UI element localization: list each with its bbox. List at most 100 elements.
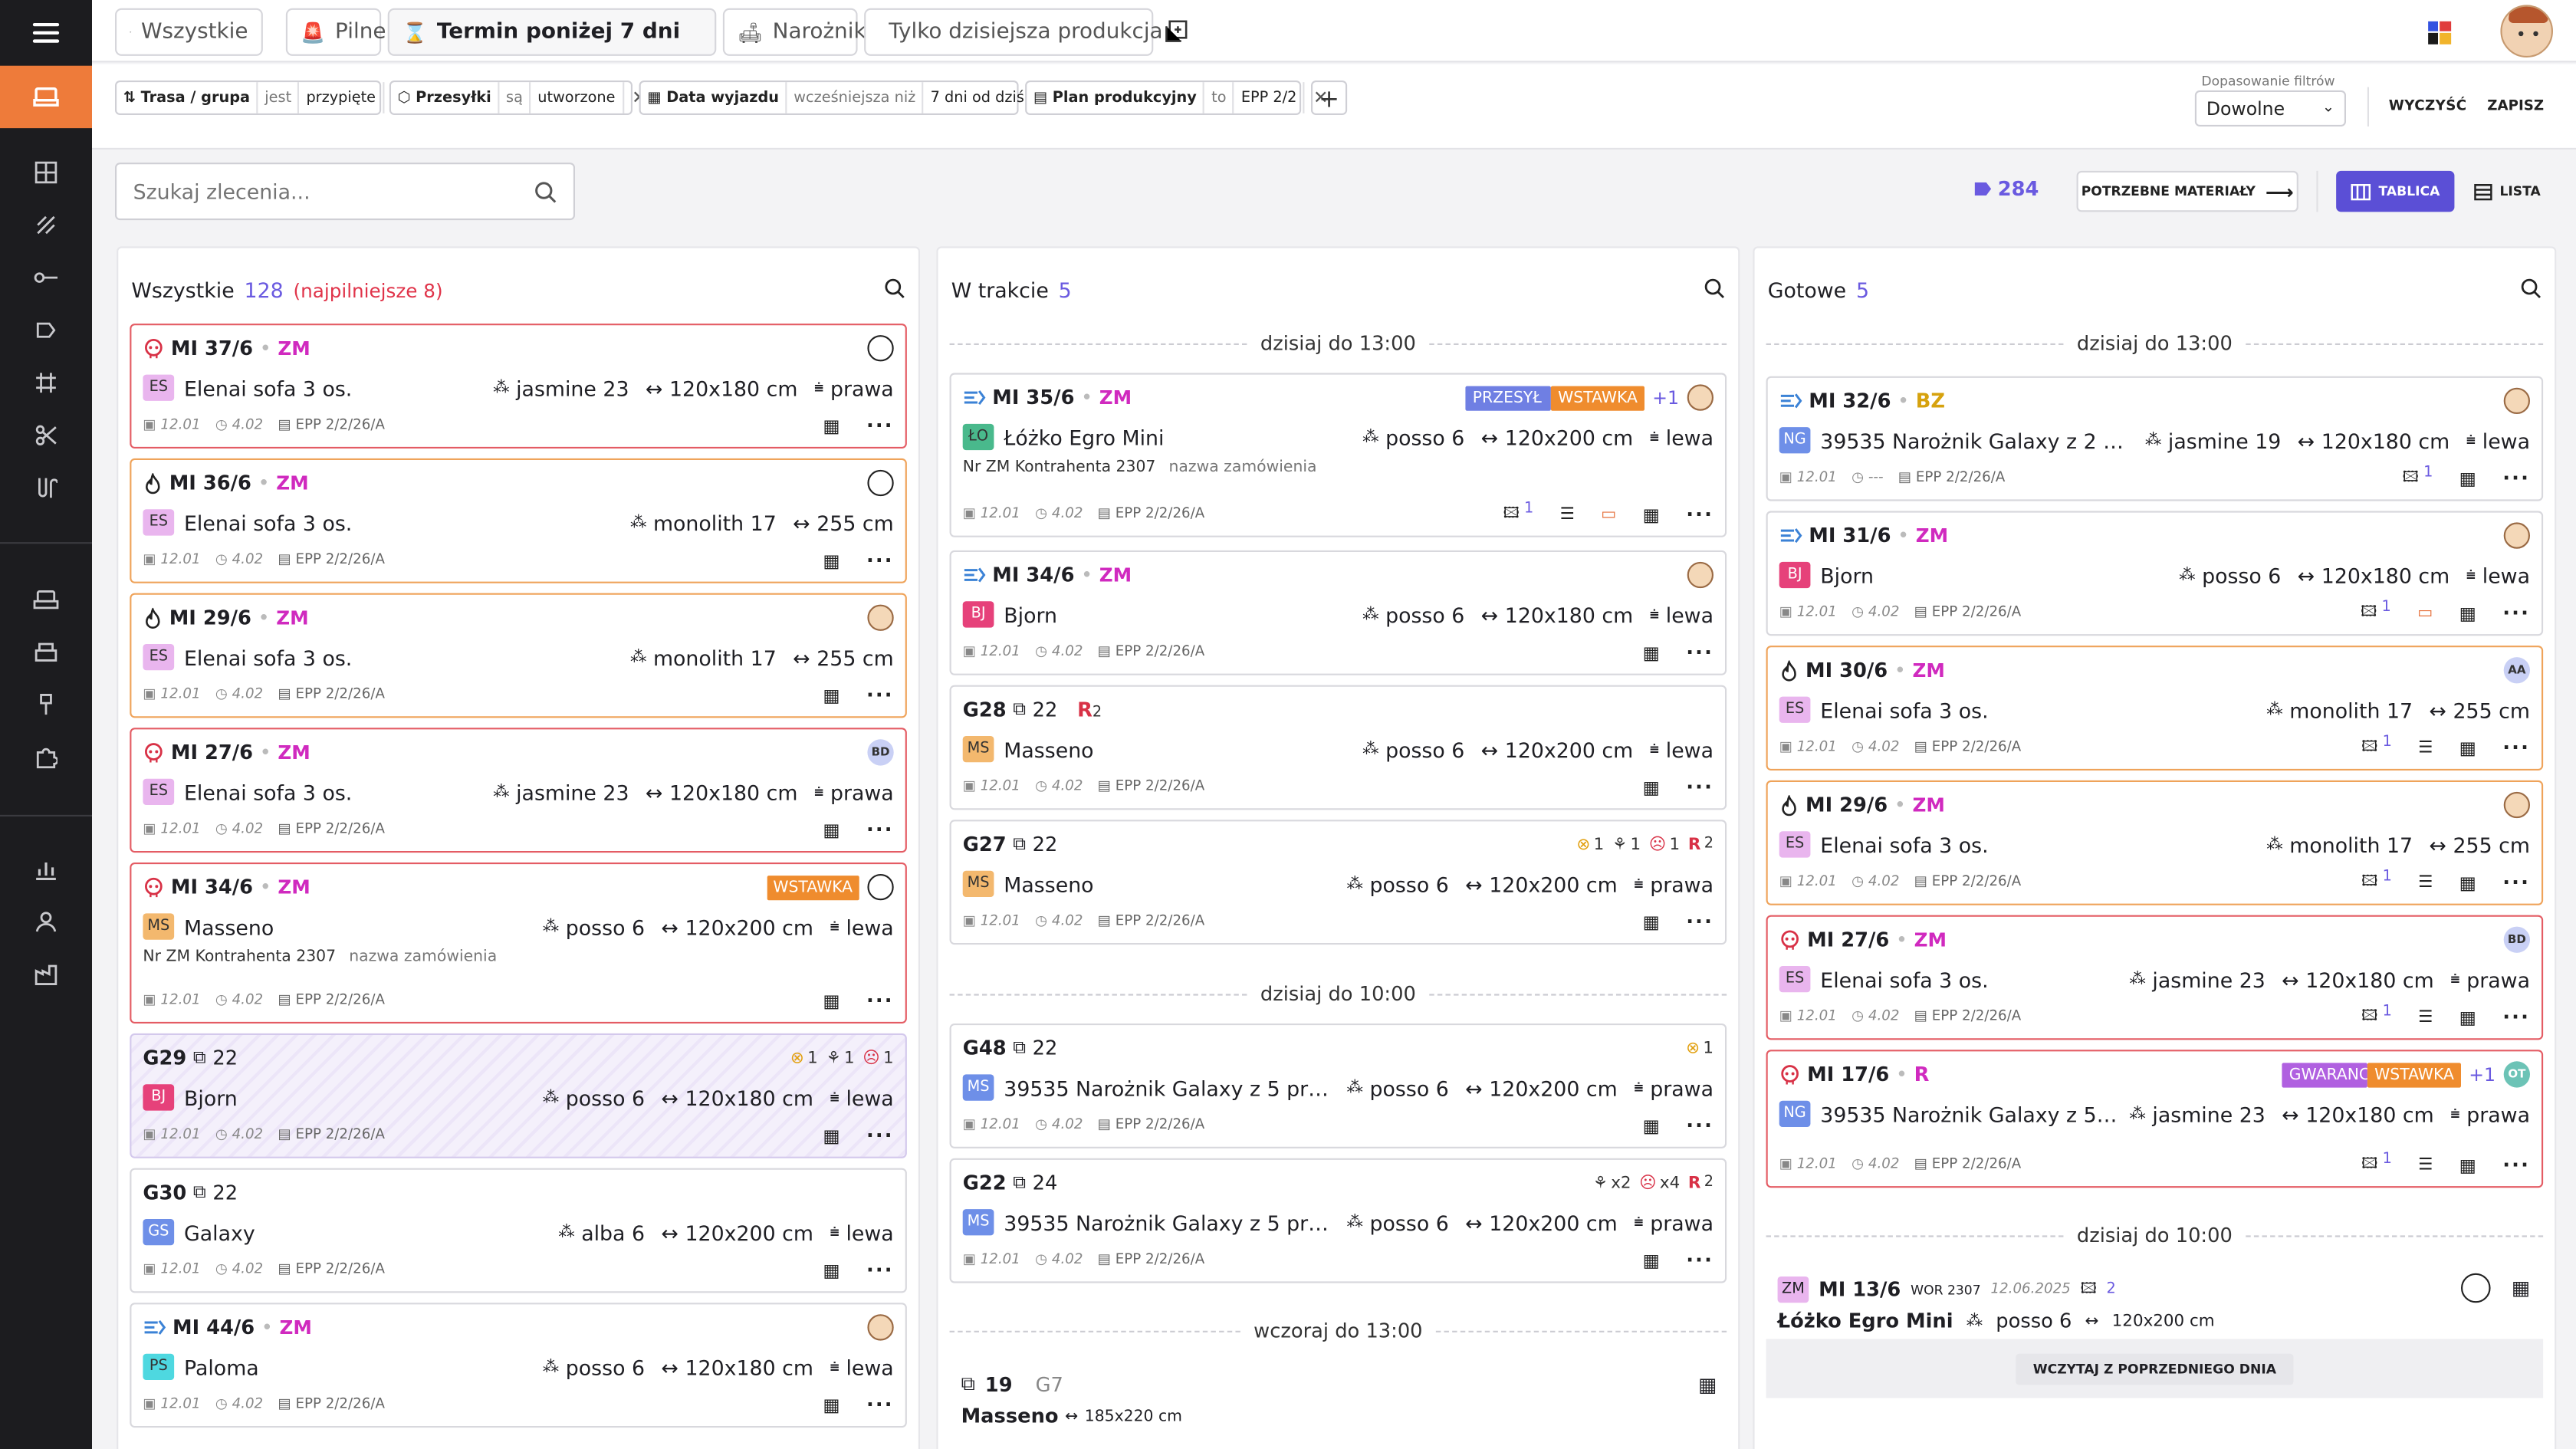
qr-icon[interactable]: ▦ (2459, 872, 2476, 893)
more-icon[interactable]: ··· (2502, 1005, 2530, 1028)
photos[interactable]: 🖾 1 (2361, 869, 2392, 895)
list-view-button[interactable]: LISTA (2459, 171, 2555, 212)
factory-icon[interactable] (31, 959, 61, 989)
assignee-avatar[interactable] (2503, 791, 2530, 819)
more-icon[interactable]: ··· (1686, 775, 1714, 798)
assignee-avatar[interactable]: OT (2503, 1061, 2530, 1088)
materials-button[interactable]: POTRZEBNE MATERIAŁY ⟶ (2076, 170, 2298, 212)
assignee-avatar[interactable]: BD (867, 739, 894, 766)
qr-icon[interactable]: ▦ (823, 550, 840, 571)
qr-icon[interactable]: ▦ (1698, 1373, 1717, 1396)
photos[interactable]: 🖾 1 (2361, 600, 2391, 626)
qr-icon[interactable]: ▦ (2459, 468, 2476, 489)
order-card[interactable]: MI 37/6 • ZM ES Elenai sofa 3 os. ⁂ jasmine 23… (130, 324, 907, 449)
comment-icon[interactable]: ▭ (2417, 604, 2433, 623)
order-card[interactable]: MI 31/6 • ZM BJ Bjorn ⁂ posso 6 ↔ 120x180 cm ⩧ lew… (1766, 511, 2544, 636)
filter-chip-plan[interactable]: ▤ Plan produkcyjny to EPP 2/2 ✕ (1025, 80, 1329, 115)
photos[interactable]: 🖾 1 (2403, 465, 2433, 491)
hash-icon[interactable] (31, 368, 61, 398)
order-card[interactable]: MI 32/6 • BZ NG 39535 Narożnik Galaxy z 2 pr… (1766, 376, 2544, 501)
filter-fit-select[interactable]: Dowolne ⌄ (2194, 90, 2346, 127)
order-card[interactable]: G48 ⧉ 22 ⊗ 1 MS 39535 Narożnik Galaxy z 5 prze… (949, 1024, 1727, 1148)
order-id[interactable]: MI 37/6 (171, 337, 253, 360)
qr-icon[interactable]: ▦ (1643, 1250, 1660, 1271)
search-icon[interactable] (534, 180, 557, 203)
more-icon[interactable]: ··· (866, 1393, 894, 1416)
order-id[interactable]: MI 31/6 (1809, 524, 1891, 547)
more-icon[interactable]: ··· (2502, 871, 2530, 894)
qr-icon[interactable]: ▦ (1643, 776, 1660, 797)
tab-corners[interactable]: 🛋 Narożniki (722, 8, 872, 56)
qr-icon[interactable]: ▦ (1643, 642, 1660, 663)
photos[interactable]: 🖾 1 (2361, 1004, 2392, 1030)
order-card[interactable]: G30 ⧉ 22 GS Galaxy ⁂ alba 6 ↔ 120x200 cm ⩧ lewa ▣ 1… (130, 1168, 907, 1293)
tools-icon[interactable] (31, 473, 61, 503)
brush-icon[interactable] (31, 690, 61, 720)
qr-icon[interactable]: ▦ (2459, 1154, 2476, 1175)
assignee-avatar[interactable] (867, 604, 894, 631)
tab-today[interactable]: Tylko dzisiejsza produkcja (864, 8, 1163, 56)
qr-icon[interactable]: ▦ (2512, 1276, 2530, 1300)
add-tab-icon[interactable] (1165, 20, 1188, 43)
more-icon[interactable]: ··· (866, 1258, 894, 1281)
order-id[interactable]: MI 34/6 (992, 564, 1074, 586)
assignee-avatar[interactable] (867, 335, 894, 362)
assignee-avatar[interactable] (2503, 387, 2530, 414)
order-card[interactable]: MI 27/6 • ZM BD ES Elenai sofa 3 os. ⁂ jasmine … (130, 728, 907, 853)
qr-icon[interactable]: ▦ (823, 819, 840, 840)
more-icon[interactable]: ··· (1686, 910, 1714, 933)
qr-icon[interactable]: ▦ (2459, 1007, 2476, 1028)
search-input[interactable] (133, 179, 511, 204)
search-icon[interactable] (2520, 278, 2542, 299)
order-card[interactable]: G27 ⧉ 22 ⊗ 1 ⚘ 1 ☹ 1 R 2 MS Masseno ⁂ posso 6 ↔ 120x200 … (949, 820, 1727, 945)
armchair-icon[interactable] (31, 637, 61, 667)
notes-icon[interactable]: ☰ (2418, 873, 2433, 892)
order-id[interactable]: MI 36/6 (169, 472, 251, 495)
qr-icon[interactable]: ▦ (823, 1260, 840, 1281)
order-card[interactable]: MI 30/6 • ZM AA ES Elenai sofa 3 os. ⁂ monolith… (1766, 646, 2544, 770)
more-icon[interactable]: ··· (1686, 1114, 1714, 1137)
sidebar-item-orders[interactable] (0, 65, 92, 129)
assignee-avatar[interactable] (2503, 522, 2530, 549)
tab-urgent[interactable]: 🚨 Pilne (285, 8, 386, 56)
qr-icon[interactable]: ▦ (823, 415, 840, 436)
order-card[interactable]: MI 17/6 • R GWARANC WSTAWKA +1 OT NG 39535 Naroż… (1766, 1050, 2544, 1188)
order-card[interactable]: G22 ⧉ 24 ⚘ x2 ☹ x4 R 2 MS 39535 Narożnik Galaxy z … (949, 1158, 1727, 1283)
order-card[interactable]: MI 27/6 • ZM BD ES Elenai sofa 3 os. ⁂ jasmine … (1766, 915, 2544, 1040)
label-icon[interactable] (31, 315, 61, 345)
assignee-avatar[interactable]: AA (2503, 657, 2530, 684)
qr-icon[interactable]: ▦ (823, 1394, 840, 1415)
grid-icon[interactable] (31, 158, 61, 188)
assignee-avatar[interactable] (1687, 384, 1714, 411)
search-icon[interactable] (1704, 278, 1725, 299)
chart-icon[interactable] (31, 854, 61, 884)
order-id[interactable]: MI 27/6 (171, 741, 253, 764)
qr-icon[interactable]: ▦ (1643, 1115, 1660, 1136)
search-icon[interactable] (884, 278, 905, 299)
more-icon[interactable]: ··· (2502, 736, 2530, 759)
photos[interactable]: 🖾 1 (1503, 501, 1534, 527)
order-id[interactable]: G27 (963, 833, 1007, 856)
user-avatar[interactable] (2500, 5, 2553, 58)
more-badges[interactable]: +1 (2469, 1064, 2496, 1086)
photos[interactable]: 🖾 1 (2361, 734, 2392, 761)
assignee-avatar[interactable] (1687, 561, 1714, 589)
order-id[interactable]: G30 (143, 1181, 186, 1204)
order-card[interactable]: MI 36/6 • ZM ES Elenai sofa 3 os. ⁂ monolith 1… (130, 458, 907, 583)
clear-button[interactable]: WYCZYŚĆ (2389, 99, 2467, 115)
order-card[interactable]: G28 ⧉ 22 R2 MS Masseno ⁂ posso 6 ↔ 120x200 cm ⩧ lew… (949, 685, 1727, 810)
more-icon[interactable]: ··· (2502, 467, 2530, 490)
route-icon[interactable] (31, 263, 61, 293)
more-icon[interactable]: ··· (2502, 601, 2530, 624)
puzzle-icon[interactable] (31, 743, 61, 773)
qr-icon[interactable]: ▦ (2459, 602, 2476, 623)
order-card[interactable]: G29 ⧉ 22 ⊗ 1 ⚘ 1 ☹ 1 BJ Bjorn ⁂ posso 6 ↔ 120x180 cm ⩧ l… (130, 1033, 907, 1158)
qr-icon[interactable]: ▦ (823, 685, 840, 706)
sofa-outline-icon[interactable] (31, 585, 61, 615)
qr-icon[interactable]: ▦ (1643, 911, 1660, 932)
order-id[interactable]: MI 44/6 (172, 1316, 255, 1339)
more-icon[interactable]: ··· (866, 549, 894, 572)
more-icon[interactable]: ··· (1686, 641, 1714, 664)
order-id[interactable]: MI 27/6 (1807, 928, 1889, 951)
filter-chip-route[interactable]: ⇅ Trasa / grupa jest przypięte ✕ (115, 80, 407, 115)
